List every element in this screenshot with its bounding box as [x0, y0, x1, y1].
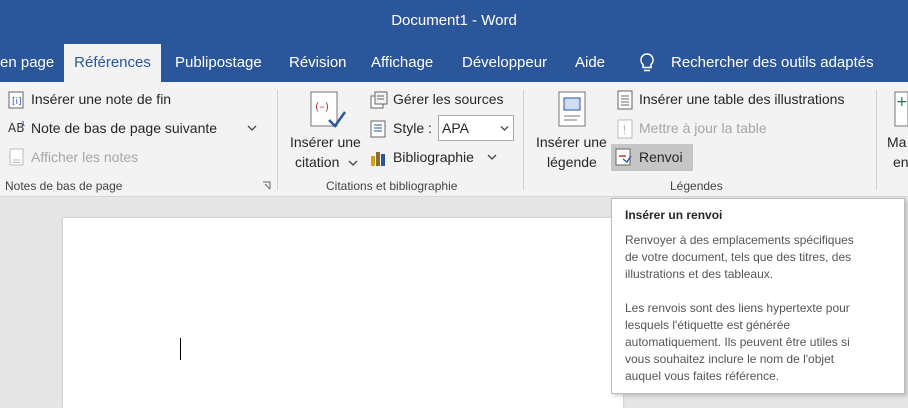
update-table-button[interactable]: Mettre à jour la table [639, 120, 767, 136]
insert-caption-button[interactable]: Insérer une [536, 134, 607, 150]
group-label-citations: Citations et bibliographie [326, 179, 458, 193]
group-separator [277, 90, 278, 190]
mark-entry-icon: + [894, 91, 908, 127]
next-footnote-button[interactable]: Note de bas de page suivante [31, 120, 217, 136]
tab-publipostage[interactable]: Publipostage [175, 44, 262, 82]
show-notes-icon [9, 148, 24, 166]
manage-sources-button[interactable]: Gérer les sources [393, 91, 503, 107]
insert-table-of-figures-button[interactable]: Insérer une table des illustrations [639, 91, 844, 107]
cross-reference-label: Renvoi [639, 149, 683, 165]
ribbon: [i] Insérer une note de fin AB 1 Note de… [0, 82, 908, 197]
svg-text:+: + [896, 94, 908, 110]
insert-caption-icon [558, 91, 586, 127]
chevron-down-icon[interactable] [348, 159, 358, 167]
mark-entry-button-line2[interactable]: en [893, 154, 908, 170]
mark-entry-button[interactable]: Ma [887, 134, 906, 150]
tooltip-line: Les renvois sont des liens hypertexte po… [625, 301, 850, 315]
insert-citation-button[interactable]: Insérer une [290, 134, 361, 150]
tooltip-line: de votre document, tels que des titres, … [625, 250, 852, 264]
tooltip-paragraph-1: Renvoyer à des emplacements spécifiques … [625, 232, 897, 283]
tooltip-line: illustrations et des tableaux. [625, 267, 774, 281]
tooltip: Insérer un renvoi Renvoyer à des emplace… [611, 198, 905, 394]
tooltip-line: automatiquement. Ils peuvent être utiles… [625, 335, 850, 349]
cross-reference-button[interactable]: Renvoi [611, 144, 693, 171]
tab-mise-en-page[interactable]: en page [0, 44, 54, 82]
update-table-icon: ! [617, 119, 633, 139]
chevron-down-icon[interactable] [487, 153, 497, 161]
tooltip-paragraph-2: Les renvois sont des liens hypertexte po… [625, 300, 897, 385]
document-page[interactable] [63, 218, 623, 408]
group-separator [876, 90, 877, 190]
tab-affichage[interactable]: Affichage [371, 44, 433, 82]
bibliography-button[interactable]: Bibliographie [393, 149, 474, 165]
ribbon-tab-bar: en page Références Publipostage Révision… [0, 44, 908, 82]
group-label-footnotes: Notes de bas de page [5, 179, 123, 193]
tab-aide[interactable]: Aide [575, 44, 605, 82]
insert-citation-icon: (–) [310, 91, 347, 128]
tab-references[interactable]: Références [64, 44, 161, 82]
chevron-down-icon[interactable] [247, 124, 257, 132]
next-footnote-icon: AB 1 [8, 120, 25, 135]
tooltip-line: Renvoyer à des emplacements spécifiques [625, 233, 854, 247]
endnote-icon: [i] [8, 91, 24, 109]
cross-reference-icon [615, 148, 632, 166]
dialog-launcher-icon[interactable] [262, 181, 272, 191]
bibliography-icon [371, 152, 385, 166]
citation-style-value: APA [442, 120, 469, 136]
manage-sources-icon [370, 91, 388, 109]
window-title: Document1 - Word [391, 12, 517, 29]
svg-text:!: ! [622, 123, 627, 137]
insert-endnote-button[interactable]: Insérer une note de fin [31, 91, 171, 107]
tooltip-line: vous souhaitez inclure le nom de l'objet [625, 352, 835, 366]
svg-text:1: 1 [21, 120, 25, 128]
tooltip-line: lesquels l'étiquette est générée [625, 318, 791, 332]
chevron-down-icon[interactable] [500, 125, 509, 132]
svg-text:[i]: [i] [12, 97, 22, 107]
style-icon [370, 120, 386, 138]
svg-text:(–): (–) [315, 100, 329, 113]
group-separator [523, 90, 524, 190]
insert-citation-button-line2[interactable]: citation [295, 154, 339, 170]
table-of-figures-icon [617, 90, 633, 110]
tooltip-title: Insérer un renvoi [625, 208, 723, 222]
style-label: Style : [393, 120, 432, 136]
tab-developpeur[interactable]: Développeur [462, 44, 547, 82]
show-notes-button[interactable]: Afficher les notes [31, 149, 138, 165]
group-label-captions: Légendes [670, 179, 723, 193]
tell-me-search[interactable]: Rechercher des outils adaptés [671, 44, 874, 82]
title-bar: Document1 - Word [0, 0, 908, 44]
lightbulb-icon [640, 53, 654, 72]
insert-caption-button-line2[interactable]: légende [547, 154, 597, 170]
text-cursor [180, 338, 181, 360]
tooltip-line: auquel vous faites référence. [625, 369, 780, 383]
citation-style-dropdown[interactable]: APA [438, 115, 514, 141]
tab-revision[interactable]: Révision [289, 44, 347, 82]
